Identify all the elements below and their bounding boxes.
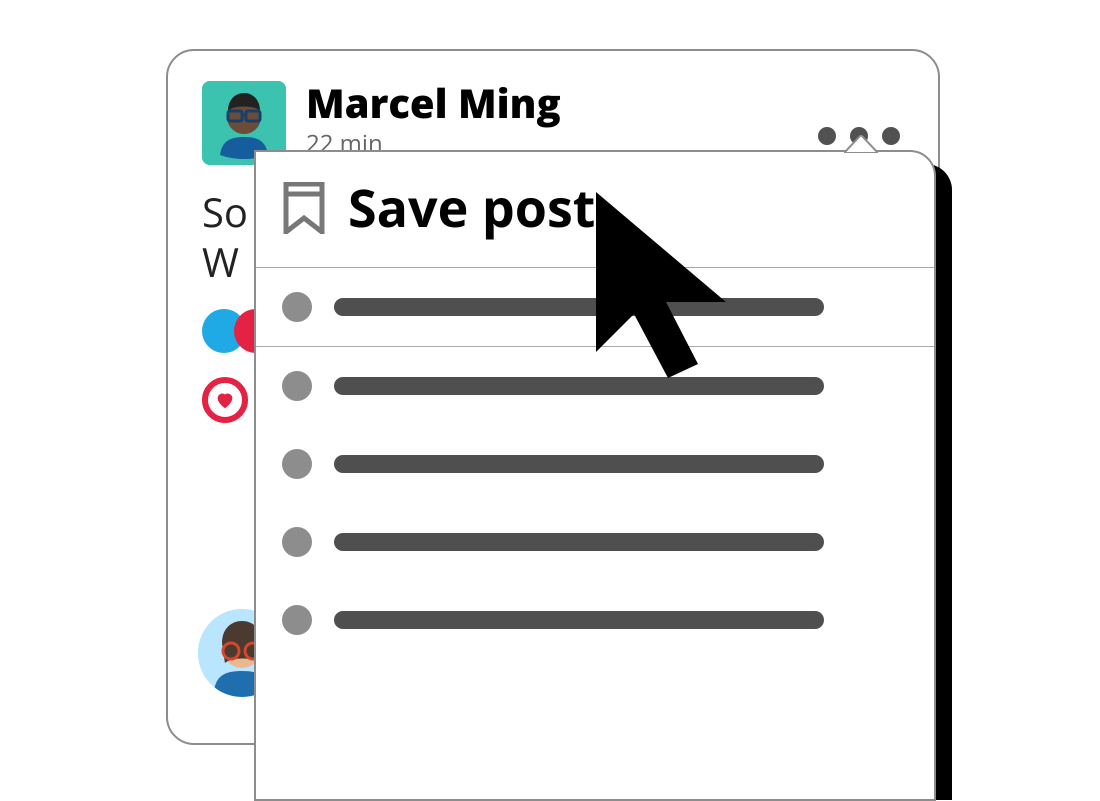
placeholder-bar — [334, 611, 824, 629]
dots-icon — [882, 127, 900, 145]
heart-icon — [214, 389, 236, 411]
menu-pointer — [844, 135, 878, 153]
menu-item-placeholder[interactable] — [256, 425, 934, 503]
menu-item-placeholder[interactable] — [256, 503, 934, 581]
bullet-icon — [282, 371, 312, 401]
menu-item-label: Save post — [348, 172, 595, 243]
post-header: Marcel Ming 22 min — [168, 51, 938, 165]
placeholder-bar — [334, 455, 824, 473]
bullet-icon — [282, 527, 312, 557]
bullet-icon — [282, 449, 312, 479]
love-button[interactable] — [202, 377, 248, 423]
menu-item-placeholder[interactable] — [256, 581, 934, 659]
bookmark-icon — [282, 182, 326, 234]
cursor-icon — [586, 192, 746, 382]
dots-icon — [818, 127, 836, 145]
placeholder-bar — [334, 377, 824, 395]
author-name[interactable]: Marcel Ming — [306, 81, 561, 125]
bullet-icon — [282, 605, 312, 635]
placeholder-bar — [334, 533, 824, 551]
bullet-icon — [282, 292, 312, 322]
placeholder-bar — [334, 298, 824, 316]
